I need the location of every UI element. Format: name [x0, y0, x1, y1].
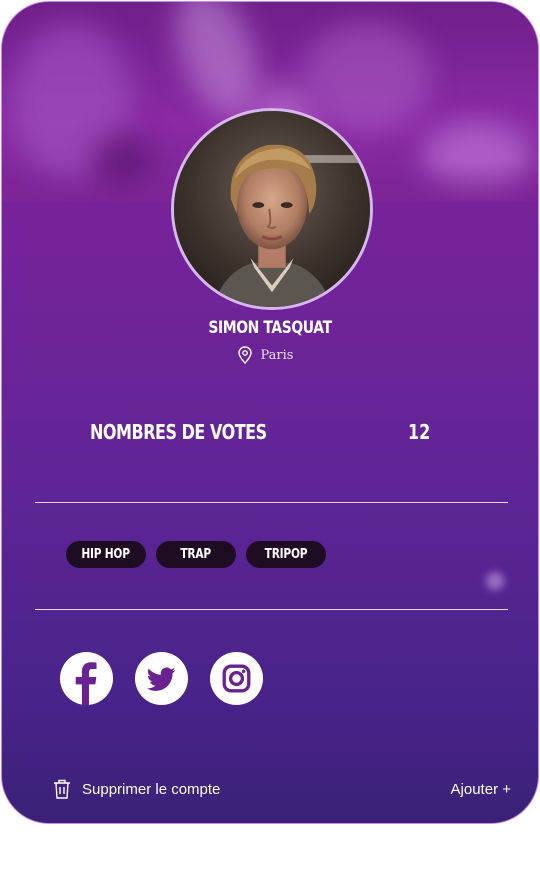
trash-icon [54, 779, 70, 799]
profile-name: SIMON TASQUAT [208, 318, 332, 338]
votes-count: 12 [408, 420, 431, 444]
delete-account-label: Supprimer le compte [82, 780, 221, 798]
location-pin-icon [237, 346, 252, 364]
avatar [171, 108, 373, 310]
profile-card: SIMON TASQUAT Paris NOMBRES DE VOTES 12 … [1, 1, 539, 824]
decorative-glow [486, 572, 504, 590]
add-button[interactable]: Ajouter + [451, 781, 511, 798]
twitter-icon[interactable] [134, 651, 189, 706]
divider [35, 609, 508, 610]
divider [35, 502, 508, 503]
tag-tripop[interactable]: TRIPOP [246, 541, 326, 568]
tag-hip-hop[interactable]: HIP HOP [66, 541, 146, 568]
facebook-icon[interactable] [59, 651, 114, 706]
tag-trap[interactable]: TRAP [156, 541, 236, 568]
location: Paris [2, 346, 538, 364]
votes-label: NOMBRES DE VOTES [90, 420, 267, 444]
social-links [59, 651, 264, 706]
location-text: Paris [260, 347, 294, 363]
genre-tags: HIP HOP TRAP TRIPOP [66, 541, 326, 568]
instagram-icon[interactable] [209, 651, 264, 706]
delete-account-button[interactable]: Supprimer le compte [52, 778, 220, 800]
